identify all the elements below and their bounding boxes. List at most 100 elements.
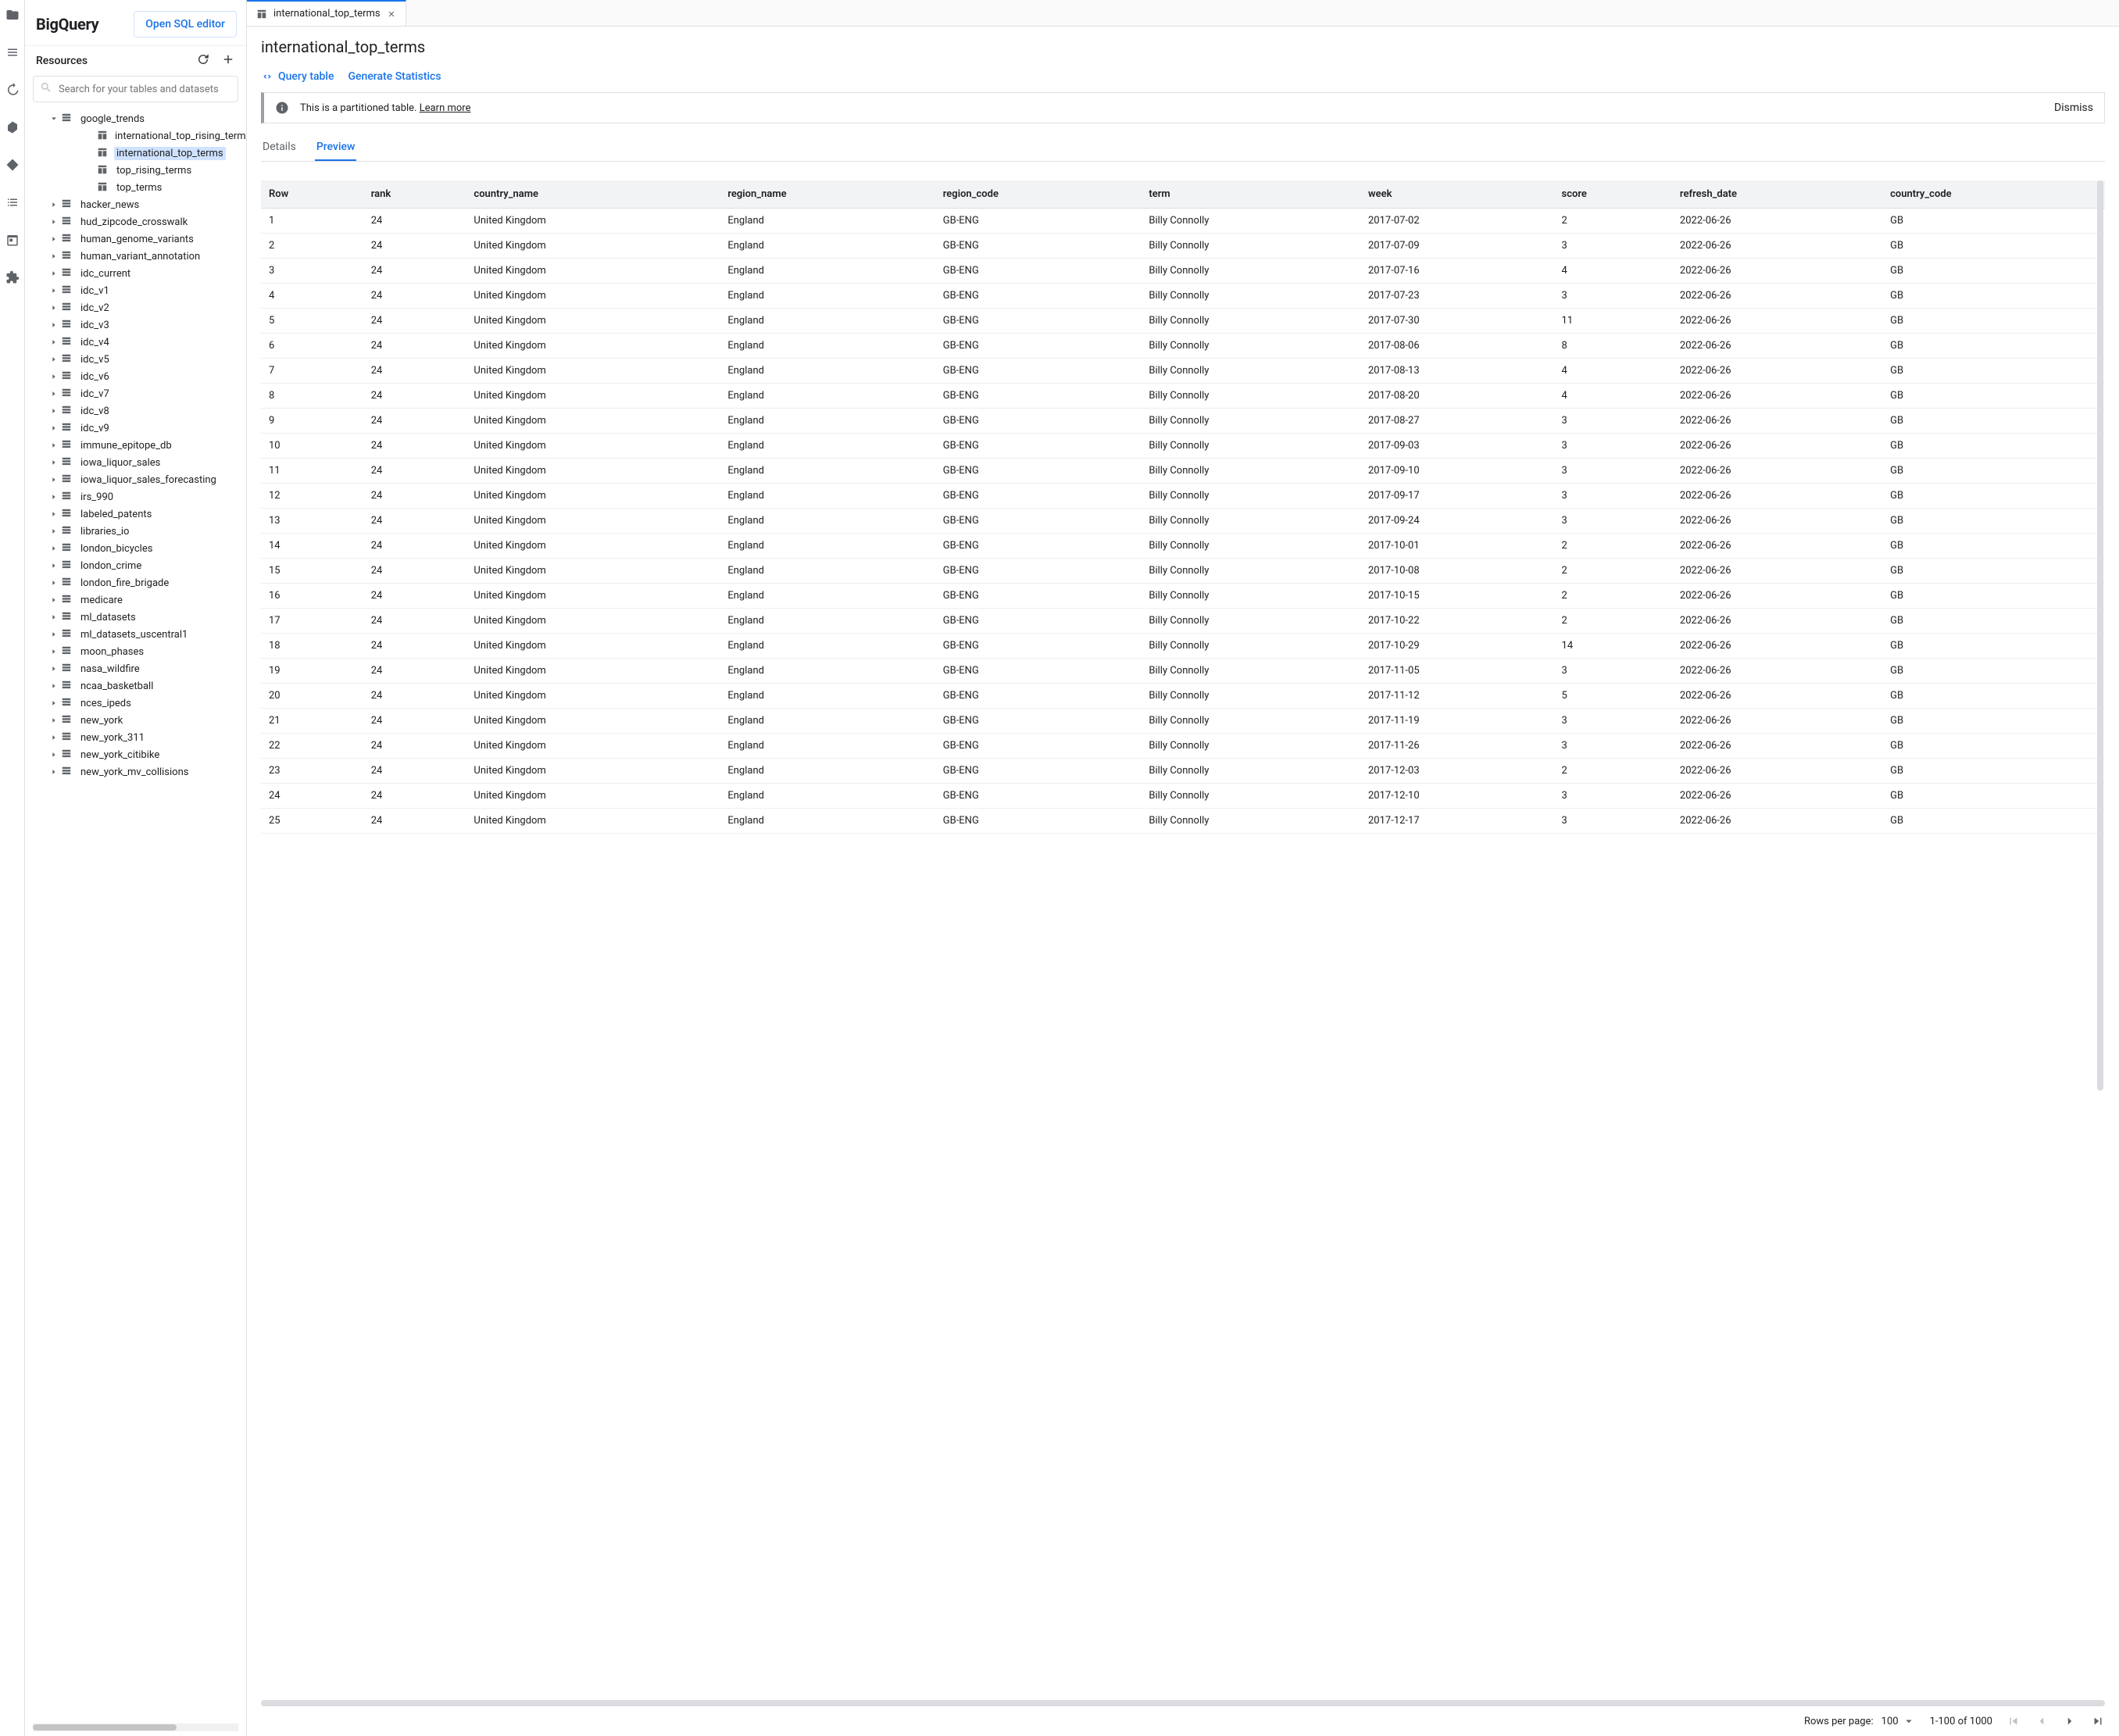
table-row[interactable]: 2324United KingdomEnglandGB-ENGBilly Con… [261, 759, 2105, 784]
table-row[interactable]: 2024United KingdomEnglandGB-ENGBilly Con… [261, 684, 2105, 709]
add-icon[interactable] [221, 52, 235, 70]
table-row[interactable]: 1324United KingdomEnglandGB-ENGBilly Con… [261, 509, 2105, 534]
expand-icon[interactable] [47, 270, 61, 277]
dataset-item[interactable]: idc_v2 [25, 299, 246, 316]
refresh-icon[interactable] [196, 52, 210, 70]
dataset-item[interactable]: moon_phases [25, 643, 246, 660]
dataset-item[interactable]: london_bicycles [25, 540, 246, 557]
column-header[interactable]: score [1554, 180, 1672, 209]
column-header[interactable]: country_code [1882, 180, 2105, 209]
expand-icon[interactable] [47, 321, 61, 329]
table-row[interactable]: 1224United KingdomEnglandGB-ENGBilly Con… [261, 484, 2105, 509]
expand-icon[interactable] [47, 510, 61, 518]
expand-icon[interactable] [47, 218, 61, 226]
search-input-wrapper[interactable] [33, 76, 238, 102]
expand-icon[interactable] [47, 648, 61, 655]
dataset-item[interactable]: idc_current [25, 265, 246, 282]
expand-icon[interactable] [47, 751, 61, 759]
dataset-item[interactable]: idc_v5 [25, 351, 246, 368]
dataset-item[interactable]: immune_epitope_db [25, 437, 246, 454]
table-row[interactable]: 124United KingdomEnglandGB-ENGBilly Conn… [261, 209, 2105, 234]
table-item[interactable]: top_rising_terms [25, 162, 246, 179]
dataset-item[interactable]: irs_990 [25, 488, 246, 505]
dataset-item[interactable]: idc_v4 [25, 334, 246, 351]
table-row[interactable]: 1024United KingdomEnglandGB-ENGBilly Con… [261, 434, 2105, 459]
dataset-item[interactable]: nces_ipeds [25, 695, 246, 712]
column-header[interactable]: region_name [720, 180, 934, 209]
expand-icon[interactable] [47, 476, 61, 484]
table-row[interactable]: 1624United KingdomEnglandGB-ENGBilly Con… [261, 584, 2105, 609]
dataset-item[interactable]: hud_zipcode_crosswalk [25, 213, 246, 230]
table-row[interactable]: 324United KingdomEnglandGB-ENGBilly Conn… [261, 259, 2105, 284]
generate-stats-link[interactable]: Generate Statistics [348, 70, 441, 83]
column-header[interactable]: week [1360, 180, 1554, 209]
search-input[interactable] [59, 84, 231, 95]
table-row[interactable]: 1524United KingdomEnglandGB-ENGBilly Con… [261, 559, 2105, 584]
column-header[interactable]: Row [261, 180, 363, 209]
expand-icon[interactable] [47, 579, 61, 587]
dataset-item[interactable]: human_variant_annotation [25, 248, 246, 265]
dataset-item[interactable]: london_fire_brigade [25, 574, 246, 591]
editor-tab[interactable]: international_top_terms [247, 0, 406, 26]
expand-icon[interactable] [47, 699, 61, 707]
expand-icon[interactable] [47, 613, 61, 621]
extension-icon[interactable] [5, 270, 20, 288]
diamond-icon[interactable] [5, 158, 20, 175]
table-item[interactable]: international_top_rising_terms [25, 127, 246, 145]
vertical-scrollbar[interactable] [2097, 180, 2103, 1091]
table-row[interactable]: 2124United KingdomEnglandGB-ENGBilly Con… [261, 709, 2105, 734]
column-header[interactable]: rank [363, 180, 466, 209]
dataset-item[interactable]: idc_v7 [25, 385, 246, 402]
next-page-icon[interactable] [2063, 1714, 2077, 1728]
dataset-item[interactable]: hacker_news [25, 196, 246, 213]
expand-icon[interactable] [47, 201, 61, 209]
expand-icon[interactable] [47, 338, 61, 346]
query-history-icon[interactable] [5, 83, 20, 100]
table-row[interactable]: 924United KingdomEnglandGB-ENGBilly Conn… [261, 409, 2105, 434]
table-row[interactable]: 1124United KingdomEnglandGB-ENGBilly Con… [261, 459, 2105, 484]
table-row[interactable]: 224United KingdomEnglandGB-ENGBilly Conn… [261, 234, 2105, 259]
column-header[interactable]: country_name [466, 180, 720, 209]
dataset-item[interactable]: iowa_liquor_sales [25, 454, 246, 471]
preview-table-wrap[interactable]: Rowrankcountry_nameregion_nameregion_cod… [261, 180, 2105, 1697]
first-page-icon[interactable] [2006, 1714, 2021, 1728]
expand-icon[interactable] [47, 768, 61, 776]
expand-icon[interactable] [47, 287, 61, 295]
schedule-icon[interactable] [5, 233, 20, 250]
dataset-item[interactable]: medicare [25, 591, 246, 609]
table-item[interactable]: international_top_terms [25, 145, 246, 162]
last-page-icon[interactable] [2091, 1714, 2105, 1728]
expand-icon[interactable] [47, 734, 61, 741]
dataset-item[interactable]: human_genome_variants [25, 230, 246, 248]
dataset-item[interactable]: ncaa_basketball [25, 677, 246, 695]
expand-icon[interactable] [47, 407, 61, 415]
column-header[interactable]: refresh_date [1672, 180, 1882, 209]
dataset-item[interactable]: ml_datasets_uscentral1 [25, 626, 246, 643]
expand-icon[interactable] [47, 665, 61, 673]
dataset-item[interactable]: labeled_patents [25, 505, 246, 523]
table-row[interactable]: 1924United KingdomEnglandGB-ENGBilly Con… [261, 659, 2105, 684]
horizontal-scrollbar[interactable] [261, 1700, 2105, 1706]
table-row[interactable]: 1424United KingdomEnglandGB-ENGBilly Con… [261, 534, 2105, 559]
prev-page-icon[interactable] [2035, 1714, 2049, 1728]
expand-icon[interactable] [47, 630, 61, 638]
expand-icon[interactable] [47, 304, 61, 312]
table-row[interactable]: 2224United KingdomEnglandGB-ENGBilly Con… [261, 734, 2105, 759]
sidebar-horizontal-scrollbar[interactable] [33, 1723, 238, 1731]
dataset-item[interactable]: idc_v1 [25, 282, 246, 299]
table-row[interactable]: 2424United KingdomEnglandGB-ENGBilly Con… [261, 784, 2105, 809]
dataset-item[interactable]: new_york_311 [25, 729, 246, 746]
expand-icon[interactable] [47, 252, 61, 260]
table-item[interactable]: top_terms [25, 179, 246, 196]
dataset-item[interactable]: idc_v8 [25, 402, 246, 420]
expand-icon[interactable] [47, 441, 61, 449]
table-row[interactable]: 1724United KingdomEnglandGB-ENGBilly Con… [261, 609, 2105, 634]
dataset-item[interactable]: new_york_mv_collisions [25, 763, 246, 780]
table-row[interactable]: 824United KingdomEnglandGB-ENGBilly Conn… [261, 384, 2105, 409]
dataset-item[interactable]: london_crime [25, 557, 246, 574]
expand-icon[interactable] [47, 682, 61, 690]
expand-icon[interactable] [47, 716, 61, 724]
table-row[interactable]: 1824United KingdomEnglandGB-ENGBilly Con… [261, 634, 2105, 659]
collapse-icon[interactable] [47, 115, 61, 123]
dataset-item[interactable]: new_york [25, 712, 246, 729]
